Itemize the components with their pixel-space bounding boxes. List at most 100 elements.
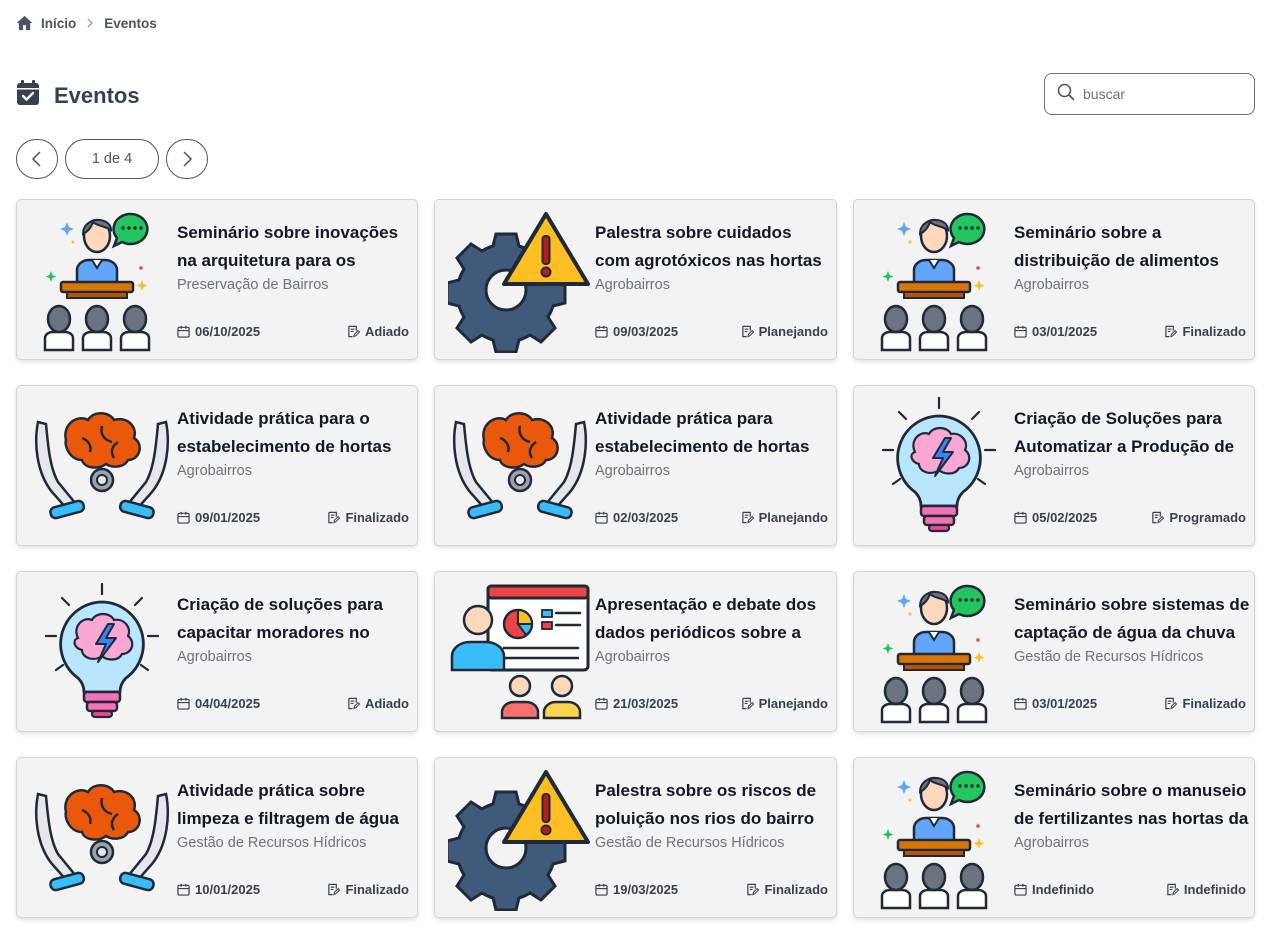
event-status-text: Planejando: [758, 324, 828, 339]
edit-note-icon: [1167, 883, 1179, 896]
edit-note-icon: [747, 883, 760, 896]
edit-note-icon: [741, 511, 754, 524]
event-card-10[interactable]: Atividade prática sobre limpeza e filtra…: [16, 757, 418, 918]
event-title: Seminário sobre sistemas de captação de …: [1014, 595, 1250, 642]
event-category: Agrobairros: [177, 463, 252, 479]
calendar-icon: [177, 511, 190, 524]
page-indicator: 1 de 4: [65, 139, 159, 179]
event-card-1[interactable]: Seminário sobre inovações na arquitetura…: [16, 199, 418, 360]
search-box[interactable]: [1044, 73, 1255, 115]
calendar-icon: [177, 883, 190, 896]
edit-note-icon: [328, 511, 341, 524]
edit-note-icon: [328, 883, 341, 896]
event-date-text: 02/03/2025: [613, 510, 679, 525]
event-date: 02/03/2025: [595, 510, 678, 525]
lightbulb-brain-illustration: [864, 394, 1014, 539]
event-title: Seminário sobre o manuseio de fertilizan…: [1014, 781, 1249, 828]
edit-note-icon: [348, 325, 360, 338]
event-date: 10/01/2025: [177, 882, 260, 897]
edit-note-icon: [348, 697, 360, 710]
calendar-icon: [1014, 883, 1027, 896]
event-status-text: Adiado: [364, 696, 409, 711]
event-status: Finalizado: [327, 510, 409, 525]
gear-warning-illustration: [445, 766, 595, 911]
event-status: Indefinido: [1166, 882, 1246, 897]
calendar-icon: [595, 883, 608, 896]
chevron-left-icon: [31, 151, 41, 167]
event-title: Palestra sobre os riscos de poluição nos…: [595, 781, 817, 828]
prev-page-button[interactable]: [16, 139, 58, 179]
breadcrumb-home-link[interactable]: Início: [41, 16, 76, 31]
event-date-text: 04/04/2025: [195, 696, 261, 711]
event-status-text: Finalizado: [345, 510, 409, 525]
event-status: Finalizado: [1164, 324, 1246, 339]
hands-brain-illustration: [27, 766, 177, 911]
event-status-text: Finalizado: [1182, 324, 1246, 339]
calendar-icon: [1014, 511, 1027, 524]
speaker-audience-illustration: [864, 580, 1014, 725]
calendar-icon: [1014, 325, 1027, 338]
event-status: Finalizado: [1164, 696, 1246, 711]
event-category: Agrobairros: [1014, 277, 1089, 293]
chevron-right-icon: [183, 151, 193, 167]
event-status-text: Adiado: [364, 324, 409, 339]
event-category: Gestão de Recursos Hídricos: [595, 835, 785, 851]
event-category: Agrobairros: [177, 649, 252, 665]
page-header: Eventos: [16, 80, 140, 111]
edit-note-icon: [741, 325, 754, 338]
edit-note-icon: [1152, 511, 1165, 524]
event-status-text: Programado: [1169, 510, 1246, 525]
event-category: Preservação de Bairros: [177, 277, 329, 293]
speaker-audience-illustration: [27, 208, 177, 353]
event-date: 03/01/2025: [1014, 324, 1097, 339]
event-date: 05/02/2025: [1014, 510, 1097, 525]
event-status: Planejando: [741, 510, 828, 525]
event-date-text: 10/01/2025: [195, 882, 261, 897]
event-card-9[interactable]: Seminário sobre sistemas de captação de …: [853, 571, 1255, 732]
chevron-right-icon: [84, 17, 96, 29]
next-page-button[interactable]: [166, 139, 208, 179]
event-category: Agrobairros: [595, 277, 670, 293]
event-status-text: Finalizado: [1182, 696, 1246, 711]
event-card-8[interactable]: Apresentação e debate dos dados periódic…: [434, 571, 837, 732]
event-card-6[interactable]: Criação de Soluções para Automatizar a P…: [853, 385, 1255, 546]
event-date-text: Indefinido: [1032, 882, 1095, 897]
event-category: Agrobairros: [1014, 463, 1089, 479]
event-date-text: 06/10/2025: [195, 324, 261, 339]
calendar-check-icon: [16, 80, 40, 111]
event-title: Seminário sobre inovações na arquitetura…: [177, 223, 399, 270]
event-card-5[interactable]: Atividade prática para estabelecimento d…: [434, 385, 837, 546]
event-status: Finalizado: [327, 882, 409, 897]
breadcrumb: Início Eventos: [16, 14, 157, 32]
event-date: 06/10/2025: [177, 324, 260, 339]
event-status-text: Planejando: [758, 510, 828, 525]
event-card-12[interactable]: Seminário sobre o manuseio de fertilizan…: [853, 757, 1255, 918]
event-card-11[interactable]: Palestra sobre os riscos de poluição nos…: [434, 757, 837, 918]
event-date: 03/01/2025: [1014, 696, 1097, 711]
event-status-text: Finalizado: [764, 882, 828, 897]
event-card-4[interactable]: Atividade prática para o estabelecimento…: [16, 385, 418, 546]
event-date-text: 21/03/2025: [613, 696, 679, 711]
event-category: Agrobairros: [1014, 835, 1089, 851]
event-date: 04/04/2025: [177, 696, 260, 711]
event-category: Gestão de Recursos Hídricos: [177, 835, 367, 851]
event-title: Criação de soluções para capacitar morad…: [177, 595, 383, 642]
calendar-icon: [595, 511, 608, 524]
event-status: Adiado: [347, 324, 409, 339]
event-card-3[interactable]: Seminário sobre a distribuição de alimen…: [853, 199, 1255, 360]
speaker-audience-illustration: [864, 766, 1014, 911]
calendar-icon: [595, 325, 608, 338]
event-card-2[interactable]: Palestra sobre cuidados com agrotóxicos …: [434, 199, 837, 360]
event-card-7[interactable]: Criação de soluções para capacitar morad…: [16, 571, 418, 732]
calendar-icon: [1014, 697, 1027, 710]
event-date: 09/01/2025: [177, 510, 260, 525]
search-icon: [1057, 83, 1075, 106]
event-title: Criação de Soluções para Automatizar a P…: [1014, 409, 1235, 456]
event-title: Atividade prática para estabelecimento d…: [595, 409, 810, 456]
event-status: Finalizado: [746, 882, 828, 897]
event-title: Apresentação e debate dos dados periódic…: [595, 595, 817, 642]
home-icon[interactable]: [16, 15, 33, 31]
search-input[interactable]: [1083, 86, 1233, 102]
page-title: Eventos: [54, 82, 140, 108]
event-date-text: 19/03/2025: [613, 882, 679, 897]
